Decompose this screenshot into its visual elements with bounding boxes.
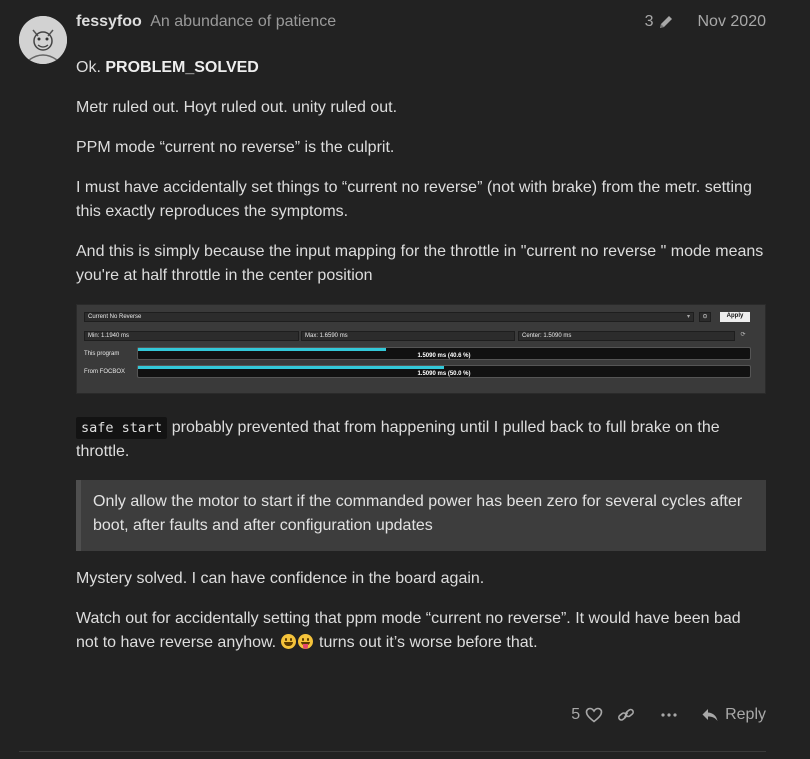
chevron-down-icon: ▾ bbox=[686, 314, 690, 320]
post-divider bbox=[19, 751, 766, 752]
paragraph: PPM mode “current no reverse” is the cul… bbox=[76, 139, 395, 156]
row1-value: 1.5090 ms (40.6 %) bbox=[417, 353, 471, 359]
row1-bar-fill bbox=[138, 348, 387, 351]
p6-rest: probably prevented that from happening u… bbox=[76, 419, 720, 460]
pencil-icon bbox=[659, 16, 672, 28]
edit-history[interactable]: 3 bbox=[645, 13, 674, 31]
inline-code: safe start bbox=[76, 417, 168, 439]
paragraph: And this is simply because the input map… bbox=[76, 243, 764, 284]
reply-icon bbox=[702, 709, 718, 721]
apply-button: Apply bbox=[720, 312, 750, 322]
center-field: Center: 1.5090 ms bbox=[518, 331, 735, 341]
more-button[interactable] bbox=[661, 712, 677, 718]
like-button[interactable]: 5 bbox=[571, 706, 603, 724]
edit-count: 3 bbox=[644, 13, 654, 30]
reply-button[interactable]: Reply bbox=[701, 706, 766, 724]
ppm-mode-select: Current No Reverse ▾ bbox=[84, 312, 694, 322]
paragraph: Metr ruled out. Hoyt ruled out. unity ru… bbox=[76, 99, 398, 116]
post-actions: 5 Reply bbox=[571, 703, 766, 727]
username[interactable]: fessyfoo bbox=[76, 13, 142, 30]
avatar[interactable] bbox=[19, 16, 67, 64]
link-icon bbox=[618, 708, 635, 721]
paragraph: I must have accidentally set things to “… bbox=[76, 179, 752, 220]
row1-bar: 1.5090 ms (40.6 %) bbox=[137, 347, 751, 360]
reply-label: Reply bbox=[725, 706, 766, 723]
blockquote: Only allow the motor to start if the com… bbox=[76, 480, 766, 551]
min-field: Min: 1.1940 ms bbox=[84, 331, 299, 341]
heart-icon bbox=[585, 707, 603, 723]
post-date[interactable]: Nov 2020 bbox=[698, 13, 767, 31]
more-icon bbox=[661, 713, 677, 717]
paragraph: Mystery solved. I can have confidence in… bbox=[76, 570, 485, 587]
p8-b: turns out it’s worse before that. bbox=[314, 634, 538, 651]
post: fessyfoo An abundance of patience 3 Nov … bbox=[0, 0, 810, 759]
row2-bar: 1.5090 ms (50.0 %) bbox=[137, 365, 751, 378]
embedded-screenshot[interactable]: Current No Reverse ▾ ⊙ Apply Min: 1.1940… bbox=[76, 304, 766, 394]
grinning-emoji bbox=[280, 634, 296, 649]
paragraph: Watch out for accidentally setting that … bbox=[76, 607, 766, 655]
like-count: 5 bbox=[571, 706, 581, 723]
post-body: Ok. PROBLEM_SOLVED Metr ruled out. Hoyt … bbox=[76, 56, 766, 671]
post-meta: 3 Nov 2020 bbox=[645, 13, 766, 31]
paragraph: safe start probably prevented that from … bbox=[76, 416, 766, 464]
ppm-mode-value: Current No Reverse bbox=[88, 314, 142, 320]
p1-prefix: Ok. bbox=[76, 59, 106, 76]
help-icon: ⊙ bbox=[699, 312, 711, 322]
p1-bold: PROBLEM_SOLVED bbox=[105, 59, 259, 76]
max-field: Max: 1.6590 ms bbox=[301, 331, 515, 341]
paragraph: Ok. PROBLEM_SOLVED bbox=[76, 56, 766, 80]
row1-label: This program bbox=[84, 351, 120, 357]
user-title: An abundance of patience bbox=[150, 13, 337, 30]
row2-label: From FOCBOX bbox=[84, 369, 126, 375]
row2-bar-fill bbox=[138, 366, 444, 369]
tongue-emoji bbox=[297, 634, 313, 649]
row2-value: 1.5090 ms (50.0 %) bbox=[417, 371, 471, 377]
post-header: fessyfoo An abundance of patience 3 Nov … bbox=[76, 13, 766, 35]
share-link-button[interactable] bbox=[617, 707, 635, 723]
refresh-icon: ⟳ bbox=[740, 332, 746, 338]
